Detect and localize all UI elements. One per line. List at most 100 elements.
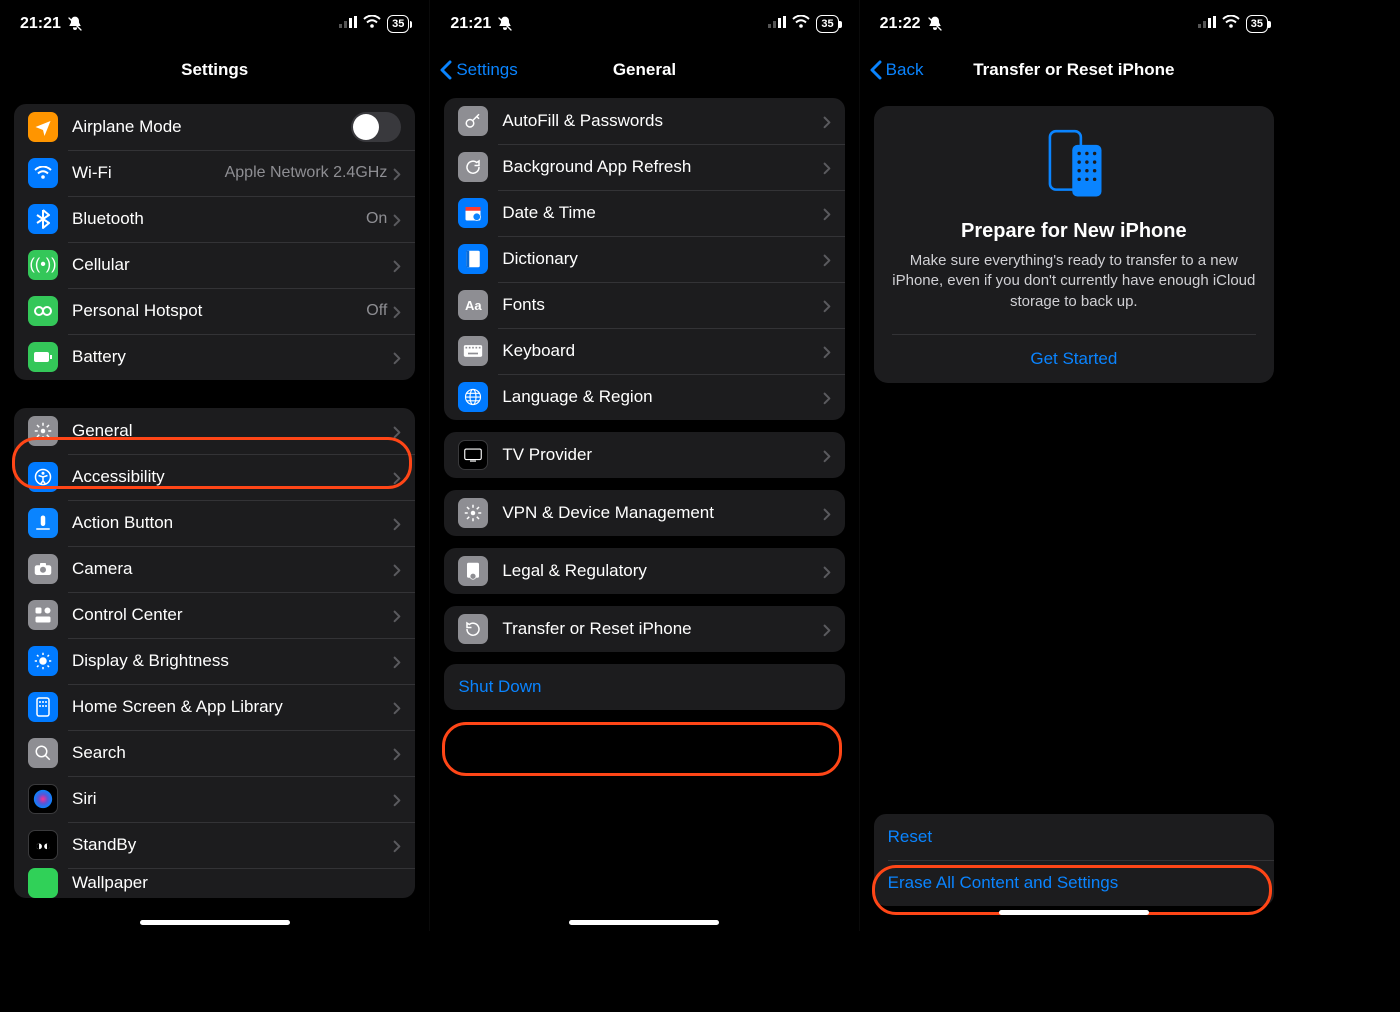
row-label: Legal & Regulatory xyxy=(502,561,822,581)
chevron-right-icon xyxy=(393,212,401,226)
general-group-reset: Transfer or Reset iPhone xyxy=(444,606,844,652)
row-hotspot[interactable]: Personal Hotspot Off xyxy=(14,288,415,334)
row-label: Bluetooth xyxy=(72,209,366,229)
row-label: Transfer or Reset iPhone xyxy=(502,619,822,639)
home-indicator[interactable] xyxy=(140,920,290,925)
row-accessibility[interactable]: Accessibility xyxy=(14,454,415,500)
calendar-icon xyxy=(458,198,488,228)
get-started-button[interactable]: Get Started xyxy=(892,334,1256,383)
airplane-icon xyxy=(28,112,58,142)
general-group-vpn: VPN & Device Management xyxy=(444,490,844,536)
row-search[interactable]: Search xyxy=(14,730,415,776)
action-button-icon xyxy=(28,508,58,538)
row-fonts[interactable]: Aa Fonts xyxy=(444,282,844,328)
row-reset[interactable]: Reset xyxy=(874,814,1274,860)
row-label: Background App Refresh xyxy=(502,157,822,177)
chevron-right-icon xyxy=(823,390,831,404)
row-label: Home Screen & App Library xyxy=(72,697,393,717)
row-label: Siri xyxy=(72,789,393,809)
row-action-button[interactable]: Action Button xyxy=(14,500,415,546)
wallpaper-icon xyxy=(28,868,58,898)
chevron-right-icon xyxy=(823,206,831,220)
page-title: General xyxy=(613,60,676,80)
row-label: Display & Brightness xyxy=(72,651,393,671)
home-screen-icon xyxy=(28,692,58,722)
home-indicator[interactable] xyxy=(569,920,719,925)
chevron-right-icon xyxy=(823,448,831,462)
row-wallpaper[interactable]: Wallpaper xyxy=(14,868,415,898)
vpn-icon xyxy=(458,498,488,528)
battery-indicator: 35 xyxy=(387,15,409,33)
row-battery[interactable]: Battery xyxy=(14,334,415,380)
accessibility-icon xyxy=(28,462,58,492)
wifi-icon xyxy=(363,15,381,34)
refresh-icon xyxy=(458,152,488,182)
row-label: Search xyxy=(72,743,393,763)
back-button[interactable]: Back xyxy=(870,48,924,92)
chevron-right-icon xyxy=(393,424,401,438)
row-label: Battery xyxy=(72,347,393,367)
chevron-right-icon xyxy=(823,298,831,312)
chevron-right-icon xyxy=(823,344,831,358)
chevron-right-icon xyxy=(393,654,401,668)
back-button[interactable]: Settings xyxy=(440,48,517,92)
row-display-brightness[interactable]: Display & Brightness xyxy=(14,638,415,684)
row-label: VPN & Device Management xyxy=(502,503,822,523)
highlight-transfer-reset xyxy=(442,722,842,776)
row-bluetooth[interactable]: Bluetooth On xyxy=(14,196,415,242)
home-indicator[interactable] xyxy=(999,910,1149,915)
row-label: Erase All Content and Settings xyxy=(888,873,1260,893)
status-bar: 21:21 35 xyxy=(0,0,429,48)
wifi-icon xyxy=(1222,15,1240,34)
row-label: General xyxy=(72,421,393,441)
row-label: Shut Down xyxy=(458,677,830,697)
row-siri[interactable]: Siri xyxy=(14,776,415,822)
pane-general: 21:21 35 Settings General AutoFill & Pas… xyxy=(429,0,858,931)
silent-icon xyxy=(67,16,83,32)
row-erase-all[interactable]: Erase All Content and Settings xyxy=(874,860,1274,906)
general-group-1: AutoFill & Passwords Background App Refr… xyxy=(444,98,844,420)
row-dictionary[interactable]: Dictionary xyxy=(444,236,844,282)
certificate-icon xyxy=(458,556,488,586)
row-language-region[interactable]: Language & Region xyxy=(444,374,844,420)
row-autofill[interactable]: AutoFill & Passwords xyxy=(444,98,844,144)
row-shutdown[interactable]: Shut Down xyxy=(444,664,844,710)
row-control-center[interactable]: Control Center xyxy=(14,592,415,638)
row-home-screen[interactable]: Home Screen & App Library xyxy=(14,684,415,730)
row-standby[interactable]: ◑◐ StandBy xyxy=(14,822,415,868)
row-label: Wallpaper xyxy=(72,873,401,893)
row-value: Apple Network 2.4GHz xyxy=(225,164,388,182)
nav-bar: Back Transfer or Reset iPhone xyxy=(860,48,1288,92)
row-keyboard[interactable]: Keyboard xyxy=(444,328,844,374)
row-wifi[interactable]: Wi-Fi Apple Network 2.4GHz xyxy=(14,150,415,196)
silent-icon xyxy=(927,16,943,32)
row-label: Accessibility xyxy=(72,467,393,487)
row-label: Language & Region xyxy=(502,387,822,407)
reset-group: Reset Erase All Content and Settings xyxy=(874,814,1274,906)
status-bar: 21:22 35 xyxy=(860,0,1288,48)
row-date-time[interactable]: Date & Time xyxy=(444,190,844,236)
row-label: Wi-Fi xyxy=(72,163,225,183)
row-legal[interactable]: Legal & Regulatory xyxy=(444,548,844,594)
row-vpn[interactable]: VPN & Device Management xyxy=(444,490,844,536)
hotspot-icon xyxy=(28,296,58,326)
back-label: Settings xyxy=(456,60,517,80)
back-label: Back xyxy=(886,60,924,80)
row-general[interactable]: General xyxy=(14,408,415,454)
chevron-right-icon xyxy=(393,700,401,714)
row-tv-provider[interactable]: TV Provider xyxy=(444,432,844,478)
airplane-toggle[interactable] xyxy=(351,112,401,142)
chevron-right-icon xyxy=(393,792,401,806)
devices-icon xyxy=(1031,126,1117,206)
row-cellular[interactable]: ((•)) Cellular xyxy=(14,242,415,288)
battery-indicator: 35 xyxy=(816,15,838,33)
status-time: 21:21 xyxy=(20,15,61,33)
row-label: Airplane Mode xyxy=(72,117,351,137)
row-label: StandBy xyxy=(72,835,393,855)
row-background-refresh[interactable]: Background App Refresh xyxy=(444,144,844,190)
brightness-icon xyxy=(28,646,58,676)
chevron-right-icon xyxy=(393,838,401,852)
row-camera[interactable]: Camera xyxy=(14,546,415,592)
row-airplane-mode[interactable]: Airplane Mode xyxy=(14,104,415,150)
row-transfer-reset[interactable]: Transfer or Reset iPhone xyxy=(444,606,844,652)
